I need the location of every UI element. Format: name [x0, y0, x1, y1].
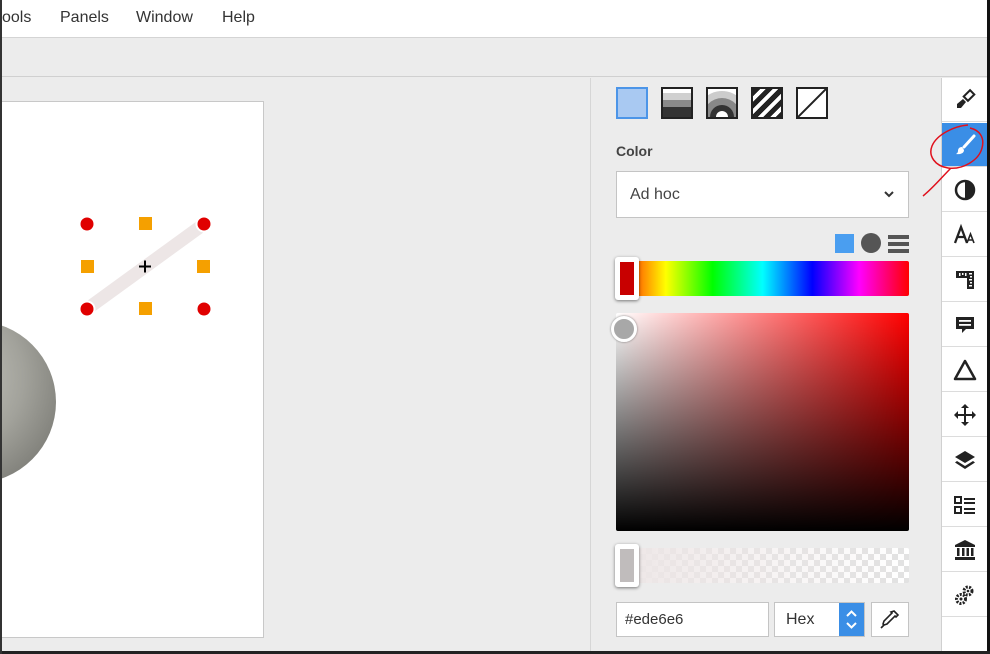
chevron-up-down-icon [846, 610, 857, 629]
menu-item-tools[interactable]: ools [2, 0, 31, 37]
fill-solid-button[interactable] [616, 87, 648, 119]
sidebar-item-outline[interactable] [942, 483, 988, 527]
sidebar-item-shapes[interactable] [942, 348, 988, 392]
menu-item-help[interactable]: Help [222, 0, 255, 37]
eyedropper-icon [880, 610, 900, 629]
mid-handle[interactable] [137, 215, 154, 232]
hex-color-input[interactable]: #ede6e6 [616, 602, 769, 637]
canvas-page[interactable] [0, 101, 264, 638]
list-view-icon[interactable] [888, 234, 909, 253]
corner-handle[interactable] [195, 300, 213, 318]
opacity-color-preview [620, 549, 634, 582]
fill-none-button[interactable] [796, 87, 828, 119]
sidebar-item-layers[interactable] [942, 438, 988, 482]
hue-color-preview [620, 262, 634, 295]
sidebar-item-library[interactable] [942, 528, 988, 572]
format-spinner-button[interactable] [839, 603, 864, 636]
color-label: Color [616, 143, 653, 159]
menu-item-window[interactable]: Window [136, 0, 193, 37]
no-fill-icon [797, 88, 827, 118]
triangle-icon [953, 359, 977, 381]
sidebar-item-settings[interactable] [942, 573, 988, 617]
brush-paint-icon [957, 88, 976, 108]
color-mode-value: Ad hoc [630, 186, 680, 203]
corner-handle[interactable] [78, 215, 96, 233]
hue-slider-handle[interactable] [615, 257, 639, 300]
library-icon [955, 540, 975, 560]
mid-handle[interactable] [137, 300, 154, 317]
mid-handle[interactable] [195, 258, 212, 275]
list-icon [954, 496, 975, 514]
color-mode-select[interactable]: Ad hoc [616, 171, 909, 218]
menu-bar: ools Panels Window Help [0, 0, 990, 38]
color-format-select[interactable]: Hex [774, 602, 865, 637]
swatch-view-icon[interactable] [835, 234, 854, 253]
window-left-edge [0, 0, 2, 654]
text-style-icon [953, 223, 975, 244]
opacity-slider-handle[interactable] [615, 544, 639, 587]
corner-handle[interactable] [195, 215, 213, 233]
opacity-slider[interactable] [616, 548, 909, 583]
fill-hatch-button[interactable] [751, 87, 783, 119]
sidebar-item-arrange[interactable] [942, 393, 988, 437]
fill-gradient-button[interactable] [661, 87, 693, 119]
menu-item-panels[interactable]: Panels [60, 0, 109, 37]
mid-handle[interactable] [79, 258, 96, 275]
radial-fill-icon [708, 89, 736, 117]
sidebar-item-comment[interactable] [942, 303, 988, 347]
fill-radial-button[interactable] [706, 87, 738, 119]
eyedropper-button[interactable] [871, 602, 909, 637]
comment-icon [956, 317, 974, 333]
circle-view-icon[interactable] [861, 233, 881, 253]
move-icon [954, 404, 976, 426]
saturation-value-handle[interactable] [611, 316, 637, 342]
ruler-icon [956, 271, 974, 289]
chevron-down-icon [884, 191, 894, 198]
toolbar [0, 38, 990, 77]
hue-slider[interactable] [616, 261, 909, 296]
canvas-drawing[interactable] [0, 102, 264, 638]
settings-gears-icon [955, 585, 974, 605]
color-format-value: Hex [786, 611, 815, 628]
annotation-circle [922, 124, 984, 197]
saturation-value-picker[interactable] [616, 313, 909, 531]
sidebar-item-text[interactable] [942, 213, 988, 257]
corner-handle[interactable] [78, 300, 96, 318]
sphere-shape[interactable] [0, 321, 56, 483]
layers-icon [955, 451, 975, 469]
sidebar-item-format-painter[interactable] [942, 78, 988, 122]
sidebar-item-ruler[interactable] [942, 258, 988, 302]
